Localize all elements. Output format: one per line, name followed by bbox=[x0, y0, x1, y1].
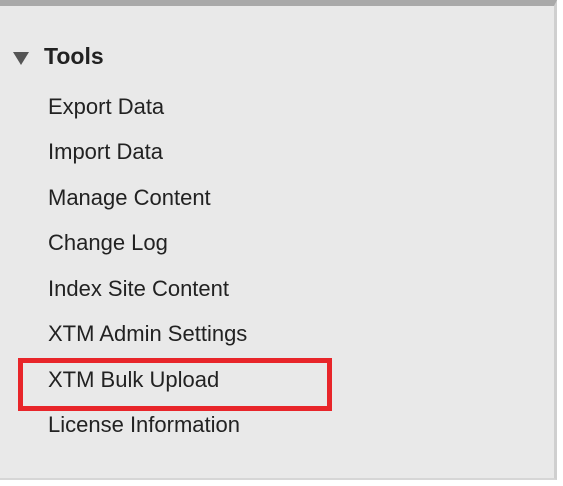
menu-item-import-data[interactable]: Import Data bbox=[48, 130, 247, 176]
menu-item-manage-content[interactable]: Manage Content bbox=[48, 175, 247, 221]
menu-item-license-information[interactable]: License Information bbox=[48, 403, 247, 449]
menu-item-label[interactable]: Manage Content bbox=[48, 185, 211, 211]
menu-item-label[interactable]: Change Log bbox=[48, 230, 168, 256]
tools-section-header[interactable]: Tools bbox=[10, 40, 104, 72]
menu-item-index-site-content[interactable]: Index Site Content bbox=[48, 266, 247, 312]
menu-item-change-log[interactable]: Change Log bbox=[48, 221, 247, 267]
tools-panel: Tools Export Data Import Data Manage Con… bbox=[0, 0, 557, 480]
tools-menu-list: Export Data Import Data Manage Content C… bbox=[48, 84, 247, 448]
menu-item-label[interactable]: Import Data bbox=[48, 139, 163, 165]
tools-section-title[interactable]: Tools bbox=[44, 44, 104, 68]
menu-item-xtm-admin-settings[interactable]: XTM Admin Settings bbox=[48, 312, 247, 358]
menu-item-xtm-bulk-upload[interactable]: XTM Bulk Upload bbox=[48, 357, 247, 403]
triangle-down-icon[interactable] bbox=[10, 45, 32, 67]
menu-item-label[interactable]: XTM Bulk Upload bbox=[48, 367, 219, 393]
menu-item-label[interactable]: XTM Admin Settings bbox=[48, 321, 247, 347]
menu-item-export-data[interactable]: Export Data bbox=[48, 84, 247, 130]
menu-item-label[interactable]: License Information bbox=[48, 412, 240, 438]
screenshot-frame: Tools Export Data Import Data Manage Con… bbox=[0, 0, 563, 486]
menu-item-label[interactable]: Index Site Content bbox=[48, 276, 229, 302]
menu-item-label[interactable]: Export Data bbox=[48, 94, 164, 120]
